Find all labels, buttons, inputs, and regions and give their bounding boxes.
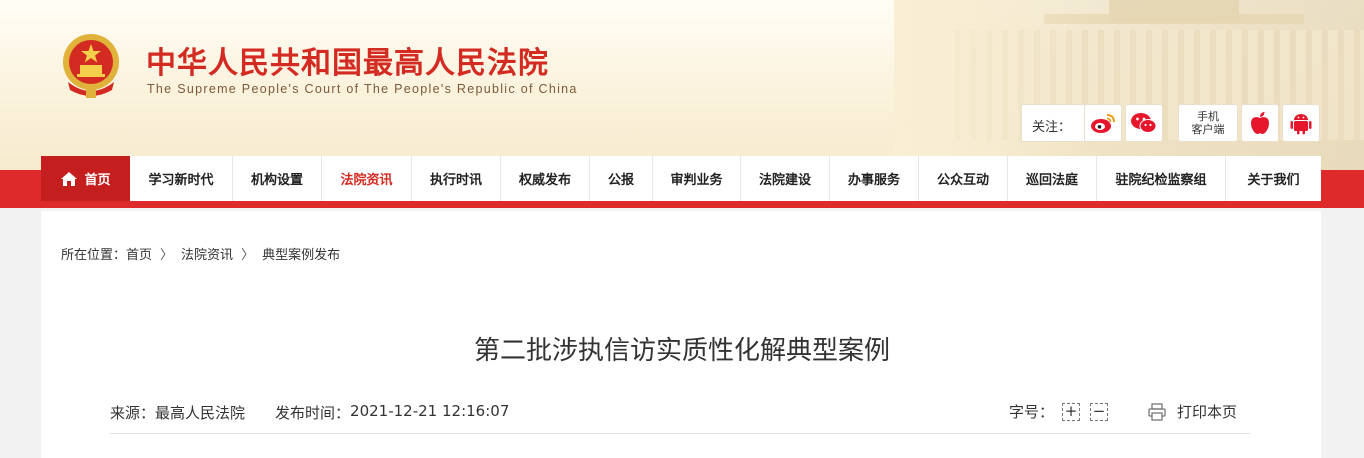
nav-item-xunhui[interactable]: 巡回法庭 — [1008, 156, 1097, 201]
nav-item-jianshe[interactable]: 法院建设 — [741, 156, 830, 201]
android-icon — [1290, 114, 1312, 135]
meta-divider — [110, 433, 1250, 434]
breadcrumb-prefix: 所在位置： — [61, 248, 127, 263]
wechat-icon — [1131, 113, 1157, 133]
court-building-image — [894, 0, 1364, 170]
nav-item-jijian[interactable]: 驻院纪检监察组 — [1097, 156, 1226, 201]
nav-label-home: 首页 — [84, 173, 111, 188]
wechat-button[interactable] — [1125, 104, 1163, 142]
site-header: 中华人民共和国最高人民法院 The Supreme People's Court… — [0, 0, 1364, 170]
apple-icon — [1251, 112, 1269, 134]
nav-item-about[interactable]: 关于我们 — [1226, 156, 1321, 201]
font-size-label: 字号： — [1009, 403, 1055, 421]
mobile-label-line1: 手机 — [1197, 110, 1219, 123]
mobile-label-line2: 客户端 — [1191, 123, 1225, 136]
printer-icon[interactable] — [1148, 402, 1166, 421]
nav-item-fayuan-zixun[interactable]: 法院资讯 — [322, 156, 412, 201]
nav-item-gongbao[interactable]: 公报 — [590, 156, 653, 201]
source-value: 最高人民法院 — [155, 404, 246, 422]
publish-time-label: 发布时间： — [275, 404, 351, 422]
weibo-icon — [1091, 114, 1115, 133]
nav-item-zhixing[interactable]: 执行时讯 — [412, 156, 501, 201]
article-meta: 来源： 最高人民法院 发布时间： 2021-12-21 12:16:07 — [110, 402, 509, 423]
site-subtitle: The Supreme People's Court of The People… — [147, 82, 578, 96]
publish-time-value: 2021-12-21 12:16:07 — [350, 402, 510, 420]
font-increase-button[interactable]: + — [1062, 402, 1081, 421]
article-tools: 字号： + − 打印本页 — [1009, 401, 1237, 422]
nav-item-jigou[interactable]: 机构设置 — [233, 156, 322, 201]
site-title: 中华人民共和国最高人民法院 — [146, 46, 549, 81]
national-emblem-icon[interactable] — [60, 32, 122, 100]
article-title: 第二批涉执信访实质性化解典型案例 — [473, 336, 890, 366]
print-link[interactable]: 打印本页 — [1177, 401, 1237, 422]
breadcrumb-separator: 〉 — [160, 248, 174, 263]
font-decrease-button[interactable]: − — [1090, 402, 1109, 421]
breadcrumb: 所在位置： 首页 〉 法院资讯 〉 典型案例发布 — [61, 244, 340, 263]
follow-label: 关注： — [1032, 120, 1072, 135]
apple-button[interactable] — [1241, 104, 1279, 142]
mobile-client-button[interactable]: 手机 客户端 — [1178, 104, 1238, 142]
nav-item-quanwei[interactable]: 权威发布 — [501, 156, 590, 201]
nav-item-shenpan[interactable]: 审判业务 — [653, 156, 741, 201]
breadcrumb-home[interactable]: 首页 — [126, 244, 152, 263]
breadcrumb-typical-cases[interactable]: 典型案例发布 — [262, 244, 340, 263]
main-nav: 首页 学习新时代 机构设置 法院资讯 执行时讯 权威发布 公报 审判业务 法院建… — [41, 156, 1321, 204]
source-label: 来源： — [110, 404, 156, 422]
nav-item-xuexi[interactable]: 学习新时代 — [130, 156, 233, 201]
nav-item-home[interactable]: 首页 — [41, 156, 130, 201]
home-icon — [61, 171, 78, 186]
weibo-button[interactable] — [1084, 104, 1122, 142]
breadcrumb-news[interactable]: 法院资讯 — [181, 244, 233, 263]
nav-item-banshi[interactable]: 办事服务 — [830, 156, 919, 201]
nav-item-hudong[interactable]: 公众互动 — [919, 156, 1008, 201]
breadcrumb-separator: 〉 — [241, 248, 255, 263]
android-button[interactable] — [1282, 104, 1320, 142]
